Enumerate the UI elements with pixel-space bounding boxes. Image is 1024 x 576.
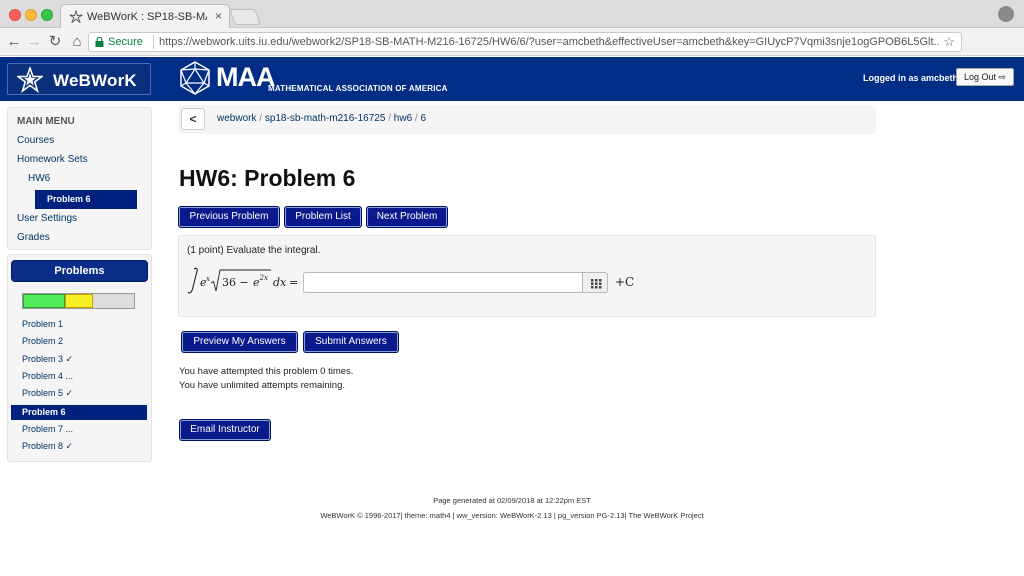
menu-user-settings-link[interactable]: User Settings (17, 213, 77, 224)
logout-icon: ⇨ (998, 72, 1007, 82)
problem-link-6-label: Problem 6 (22, 407, 66, 417)
breadcrumb-trail: webwork / sp18-sb-math-m216-16725 / hw6 … (217, 113, 426, 124)
page-title: HW6: Problem 6 (179, 165, 356, 191)
constant-of-integration: +C (615, 275, 635, 289)
progress-correct-segment (23, 294, 65, 308)
problems-panel-title: Problems (11, 260, 148, 282)
webwork-favicon-icon (69, 10, 83, 23)
footer-generated: Page generated at 02/09/2018 at 12:22pm … (433, 496, 591, 505)
browser-toolbar: ← → ↻ ⌂ Secure https://webwork.uits.iu.e… (0, 28, 1024, 76)
problem-link-7[interactable]: Problem 7 ... (22, 424, 73, 434)
reload-icon[interactable]: ↻ (46, 33, 64, 51)
problem-link-3[interactable]: Problem 3 ✓ (22, 354, 73, 365)
back-arrow-icon[interactable]: ← (5, 33, 23, 51)
breadcrumb-separator: / (388, 113, 391, 124)
menu-problem6-active[interactable]: Problem 6 (35, 190, 137, 209)
menu-problem6-label: Problem 6 (47, 194, 91, 204)
webwork-logo[interactable]: WeBWorK (7, 63, 151, 95)
logout-button[interactable]: Log Out ⇨ (956, 68, 1014, 86)
menu-homework-sets-link[interactable]: Homework Sets (17, 154, 88, 165)
browser-tab[interactable]: WeBWorK : SP18-SB-MATH-M × (60, 4, 230, 29)
webwork-star-icon (17, 67, 43, 93)
maa-icosahedron-icon (180, 61, 210, 95)
footer-credits: WeBWorK © 1996-2017| theme: math4 | ww_v… (320, 511, 704, 520)
math-keypad-button[interactable] (582, 272, 608, 293)
previous-problem-button[interactable]: Previous Problem (178, 206, 280, 228)
svg-text:36 −: 36 − (222, 276, 249, 289)
problem-link-5[interactable]: Problem 5 ✓ (22, 388, 73, 399)
progress-partial-segment (65, 294, 93, 308)
tab-close-icon[interactable]: × (215, 9, 222, 23)
keypad-grid-icon (591, 279, 602, 289)
url-divider (153, 35, 154, 49)
problem-link-6-active[interactable]: Problem 6 (11, 405, 147, 420)
menu-courses-link[interactable]: Courses (17, 135, 54, 146)
attempts-remaining: You have unlimited attempts remaining. (179, 380, 345, 391)
browser-titlebar: WeBWorK : SP18-SB-MATH-M × (0, 0, 1024, 29)
breadcrumb-separator: / (414, 113, 418, 124)
home-icon[interactable]: ⌂ (68, 33, 86, 51)
url-text[interactable]: https://webwork.uits.iu.edu/webwork2/SP1… (159, 36, 939, 48)
profile-icon[interactable] (998, 6, 1014, 22)
integral-expression: e x 36 − e 2x dx = (187, 267, 298, 294)
breadcrumb-separator: / (259, 113, 263, 124)
menu-hw6-link[interactable]: HW6 (28, 173, 50, 184)
window-maximize-button[interactable] (41, 9, 53, 21)
forward-arrow-icon[interactable]: → (25, 33, 43, 51)
address-bar[interactable]: Secure https://webwork.uits.iu.edu/webwo… (88, 32, 962, 52)
webwork-logo-text: WeBWorK (53, 71, 137, 90)
window-close-button[interactable] (9, 9, 21, 21)
lock-icon (95, 37, 104, 47)
problem-statement: (1 point) Evaluate the integral. (187, 245, 321, 256)
webwork-header: WeBWorK MAA MATHEMATICAL ASSOCIATION OF … (0, 57, 1024, 101)
submit-answers-button[interactable]: Submit Answers (303, 331, 399, 353)
svg-text:2x: 2x (259, 274, 268, 282)
maa-subtitle: MATHEMATICAL ASSOCIATION OF AMERICA (268, 84, 448, 93)
attempts-count: You have attempted this problem 0 times. (179, 366, 354, 377)
problem-link-8[interactable]: Problem 8 ✓ (22, 441, 73, 452)
tab-title: WeBWorK : SP18-SB-MATH-M (87, 11, 207, 23)
problems-panel: Problems Problem 1 Problem 2 Problem 3 ✓… (7, 254, 152, 462)
preview-answers-button[interactable]: Preview My Answers (181, 331, 298, 353)
logged-in-label: Logged in as amcbeth. (863, 73, 961, 83)
main-menu-title: MAIN MENU (17, 116, 75, 127)
maa-logo-text: MAA (216, 62, 275, 92)
menu-grades-link[interactable]: Grades (17, 232, 50, 243)
problem-link-1[interactable]: Problem 1 (22, 319, 63, 329)
next-problem-button[interactable]: Next Problem (366, 206, 448, 228)
logout-label: Log Out (963, 72, 996, 82)
email-instructor-button[interactable]: Email Instructor (179, 419, 271, 441)
main-menu-panel: MAIN MENU Courses Homework Sets HW6 Prob… (7, 107, 152, 250)
problem-link-4[interactable]: Problem 4 ... (22, 371, 73, 381)
breadcrumb-problem: 6 (420, 113, 427, 124)
breadcrumb-course[interactable]: sp18-sb-math-m216-16725 (265, 113, 386, 124)
breadcrumb-set[interactable]: hw6 (394, 113, 412, 124)
new-tab-button[interactable] (229, 9, 261, 25)
problem-list-button[interactable]: Problem List (284, 206, 362, 228)
svg-text:dx: dx (273, 276, 287, 289)
breadcrumb: < webwork / sp18-sb-math-m216-16725 / hw… (178, 105, 876, 134)
problem-body: (1 point) Evaluate the integral. e x 36 … (178, 235, 876, 317)
problem-link-2[interactable]: Problem 2 (22, 336, 63, 346)
breadcrumb-webwork[interactable]: webwork (217, 113, 256, 124)
bookmark-star-icon[interactable]: ☆ (943, 34, 955, 50)
svg-text:=: = (289, 276, 298, 289)
breadcrumb-back-button[interactable]: < (181, 108, 205, 130)
progress-bar (22, 293, 135, 309)
svg-text:x: x (206, 275, 210, 283)
secure-label: Secure (108, 36, 143, 48)
answer-input[interactable] (303, 272, 608, 293)
window-minimize-button[interactable] (25, 9, 37, 21)
